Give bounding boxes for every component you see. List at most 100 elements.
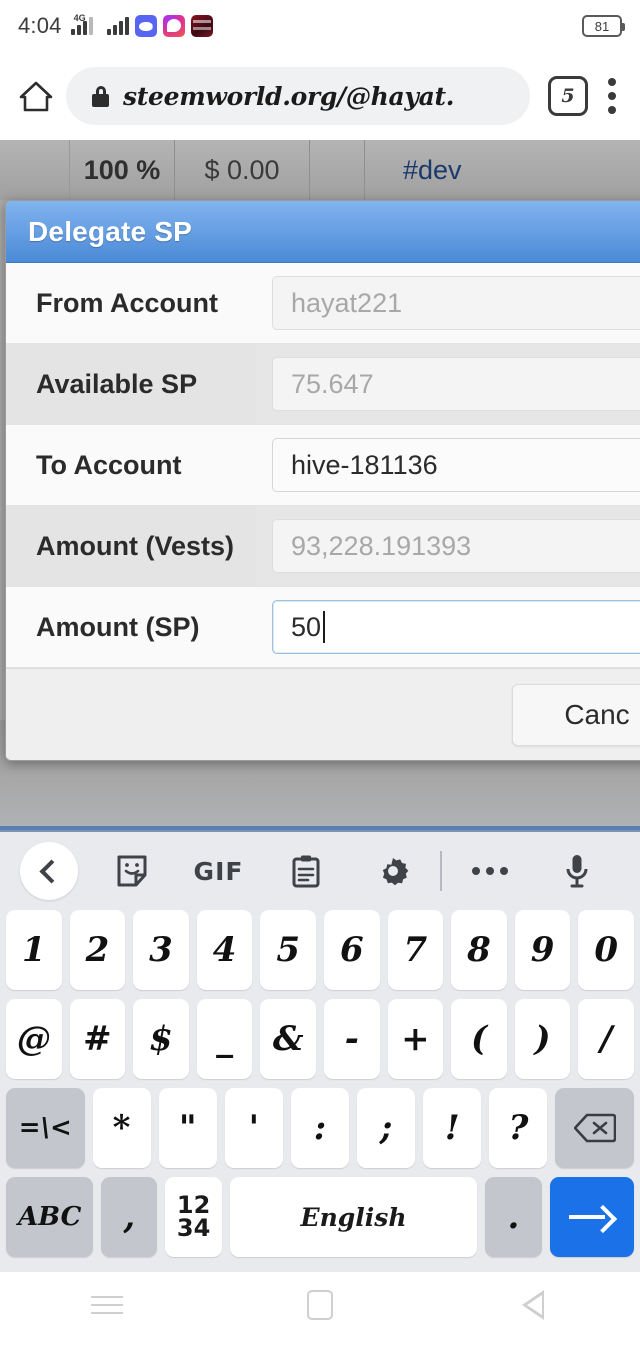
key-at[interactable]: @ xyxy=(6,999,62,1079)
form-row-from-account: From Account hayat221 xyxy=(6,263,640,344)
battery-indicator: 81 xyxy=(582,15,625,37)
key-2[interactable]: 2 xyxy=(69,910,126,990)
tab-counter-button[interactable]: 5 xyxy=(548,76,588,116)
signal-bars-icon xyxy=(106,17,129,35)
url-bar[interactable]: steemworld.org/@hayat. xyxy=(66,67,530,125)
clipboard-icon[interactable] xyxy=(262,832,349,910)
recents-icon xyxy=(90,1296,123,1314)
bg-cell-3 xyxy=(310,140,365,200)
key-question[interactable]: ? xyxy=(489,1088,548,1168)
cancel-button[interactable]: Canc xyxy=(512,683,640,746)
nav-home-button[interactable] xyxy=(213,1290,426,1320)
key-paren-close[interactable]: ) xyxy=(514,999,571,1079)
gif-label: GIF xyxy=(193,856,244,886)
dialog-footer: Canc xyxy=(6,668,640,760)
backspace-icon[interactable] xyxy=(555,1088,634,1168)
overflow-dots-icon[interactable] xyxy=(446,832,533,910)
back-triangle-icon xyxy=(522,1290,545,1320)
key-colon[interactable]: : xyxy=(290,1088,350,1168)
nav-back-button[interactable] xyxy=(427,1290,640,1320)
bg-cell-percent: 100 % xyxy=(70,140,175,200)
input-to-account[interactable]: hive-181136 xyxy=(272,438,640,492)
keyboard-row-bottom: ABC , 12 34 English . xyxy=(6,1177,634,1257)
key-8[interactable]: 8 xyxy=(451,910,507,990)
key-ampersand[interactable]: & xyxy=(260,999,316,1079)
battery-level: 81 xyxy=(594,18,610,34)
key-hash[interactable]: # xyxy=(69,999,126,1079)
messenger-icon xyxy=(162,15,185,37)
bg-cell-tag[interactable]: #dev xyxy=(365,140,640,200)
bg-cell-amount: $ 0.00 xyxy=(175,140,310,200)
discord-icon xyxy=(134,15,157,37)
key-3[interactable]: 3 xyxy=(133,910,189,990)
key-0[interactable]: 0 xyxy=(578,910,634,990)
key-numeric-layout[interactable]: 12 34 xyxy=(165,1177,222,1257)
keyboard-toolbar: GIF xyxy=(0,832,640,910)
key-quote-single[interactable]: ' xyxy=(224,1088,283,1168)
form-row-available-sp: Available SP 75.647 xyxy=(6,344,640,425)
key-numeric-bottom: 34 xyxy=(176,1214,211,1242)
kebab-menu-icon[interactable] xyxy=(608,78,616,114)
keyboard-row-symbols-1: @ # $ _ & - + ( ) / xyxy=(6,999,634,1079)
key-comma[interactable]: , xyxy=(101,1177,158,1257)
label-to-account: To Account xyxy=(36,449,182,480)
tab-count-label: 5 xyxy=(561,85,575,107)
text-cursor xyxy=(323,611,326,643)
bg-cell-0 xyxy=(0,140,70,200)
dialog-form: From Account hayat221 Available SP 75.64… xyxy=(6,263,640,668)
key-hyphen[interactable]: - xyxy=(324,999,380,1079)
key-abc-toggle[interactable]: ABC xyxy=(6,1177,94,1257)
key-4[interactable]: 4 xyxy=(196,910,253,990)
status-time: 4:04 xyxy=(18,13,62,38)
input-from-account: hayat221 xyxy=(272,276,640,330)
red-app-icon xyxy=(190,15,213,37)
label-amount-sp: Amount (SP) xyxy=(36,611,200,642)
key-semicolon[interactable]: ; xyxy=(357,1088,416,1168)
keyboard-rows: 1 2 3 4 5 6 7 8 9 0 @ # $ _ & - + ( ) / … xyxy=(0,910,640,1257)
home-icon[interactable] xyxy=(18,78,54,114)
nav-recents-button[interactable] xyxy=(0,1296,213,1314)
gear-icon[interactable] xyxy=(349,832,436,910)
key-5[interactable]: 5 xyxy=(260,910,316,990)
key-period[interactable]: . xyxy=(485,1177,542,1257)
input-amount-sp[interactable]: 50 xyxy=(272,600,640,654)
key-dollar[interactable]: $ xyxy=(133,999,189,1079)
dialog-title-bar: Delegate SP xyxy=(6,201,640,263)
key-spacebar[interactable]: English xyxy=(229,1177,478,1257)
delegate-sp-dialog: Delegate SP From Account hayat221 Availa… xyxy=(5,200,640,761)
input-amount-vests: 93,228.191393 xyxy=(272,519,640,573)
key-asterisk[interactable]: * xyxy=(92,1088,151,1168)
key-1[interactable]: 1 xyxy=(6,910,62,990)
key-underscore[interactable]: _ xyxy=(196,999,253,1079)
network-type-label: 4G xyxy=(73,13,86,23)
back-chevron-icon[interactable] xyxy=(20,842,78,900)
keyboard-row-numbers: 1 2 3 4 5 6 7 8 9 0 xyxy=(6,910,634,990)
key-9[interactable]: 9 xyxy=(514,910,571,990)
key-7[interactable]: 7 xyxy=(387,910,444,990)
page-bottom-divider xyxy=(0,826,640,830)
page-content-area: 100 % $ 0.00 #dev Delegate SP From Accou… xyxy=(0,140,640,830)
label-from-account: From Account xyxy=(36,287,218,318)
gif-button[interactable]: GIF xyxy=(175,832,262,910)
signal-4g-icon: 4G xyxy=(70,13,93,35)
microphone-icon[interactable] xyxy=(533,832,620,910)
background-table-row: 100 % $ 0.00 #dev xyxy=(0,140,640,200)
key-slash[interactable]: / xyxy=(578,999,634,1079)
key-paren-open[interactable]: ( xyxy=(451,999,507,1079)
sticker-icon[interactable] xyxy=(88,832,175,910)
label-available-sp: Available SP xyxy=(6,344,256,424)
enter-arrow-icon[interactable] xyxy=(549,1177,634,1257)
key-symbols-toggle[interactable]: =\< xyxy=(6,1088,85,1168)
label-amount-vests: Amount (Vests) xyxy=(6,506,256,586)
toolbar-divider xyxy=(440,851,442,891)
browser-toolbar: steemworld.org/@hayat. 5 xyxy=(0,52,640,140)
url-text: steemworld.org/@hayat. xyxy=(123,81,455,111)
on-screen-keyboard: GIF 1 2 3 4 5 6 7 8 9 0 @ # $ _ & - + (… xyxy=(0,830,640,1272)
key-exclamation[interactable]: ! xyxy=(423,1088,482,1168)
key-quote-double[interactable]: " xyxy=(158,1088,217,1168)
form-row-to-account: To Account hive-181136 xyxy=(6,425,640,506)
status-icons: 4G xyxy=(70,13,213,37)
key-6[interactable]: 6 xyxy=(324,910,380,990)
lock-icon xyxy=(92,85,109,107)
key-plus[interactable]: + xyxy=(387,999,444,1079)
